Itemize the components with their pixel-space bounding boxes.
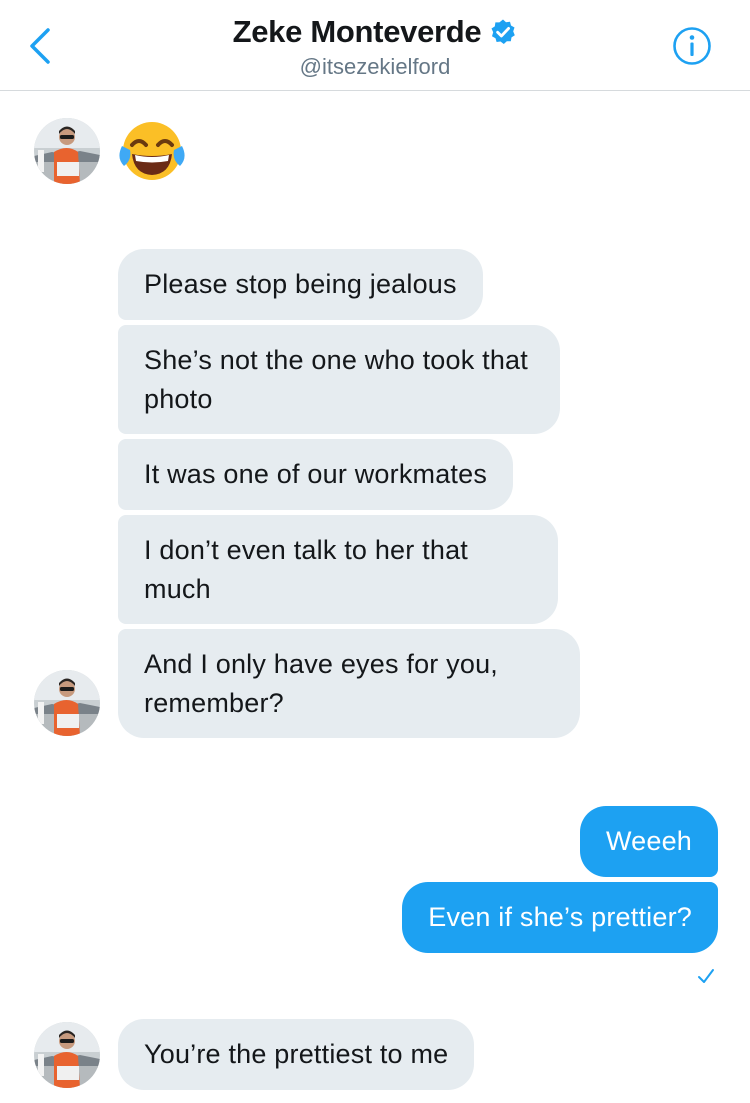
checkmark-icon [698, 969, 714, 983]
message-bubble[interactable]: Even if she’s prettier? [402, 882, 718, 953]
contact-handle: @itsezekielford [299, 54, 451, 79]
avatar[interactable] [34, 670, 100, 736]
message-text: Please stop being jealous [144, 269, 457, 299]
message-bubble[interactable]: You’re the prettiest to me [118, 1019, 475, 1090]
message-text: And I only have eyes for you, remember? [144, 649, 499, 718]
conversation-header: Zeke Monteverde @itsezekielford [0, 0, 750, 91]
conversation-info-button[interactable] [672, 26, 712, 66]
message-text: She’s not the one who took that photo [144, 345, 528, 414]
message-text: Even if she’s prettier? [428, 902, 692, 932]
message-text: It was one of our workmates [144, 459, 488, 489]
message-text: You’re the prettiest to me [144, 1039, 449, 1069]
message-bubble[interactable]: And I only have eyes for you, remember? [118, 629, 580, 738]
avatar[interactable] [34, 118, 100, 184]
message-bubble[interactable]: Please stop being jealous [118, 249, 483, 320]
contact-name: Zeke Monteverde [232, 14, 482, 49]
face-with-tears-of-joy-emoji [119, 122, 185, 180]
verified-badge-icon [491, 19, 516, 44]
message-bubble[interactable]: Weeeh [579, 806, 718, 877]
message-bubble[interactable]: I don’t even talk to her that much [118, 515, 558, 624]
message-bubble[interactable]: She’s not the one who took that photo [118, 325, 560, 434]
message-text: Weeeh [605, 826, 692, 856]
header-title-block: Zeke Monteverde @itsezekielford [0, 14, 750, 80]
info-icon [673, 27, 711, 65]
message-bubble[interactable]: It was one of our workmates [118, 439, 514, 510]
contact-name-row: Zeke Monteverde [233, 14, 518, 50]
avatar[interactable] [34, 1022, 100, 1088]
message-text: I don’t even talk to her that much [144, 535, 468, 604]
